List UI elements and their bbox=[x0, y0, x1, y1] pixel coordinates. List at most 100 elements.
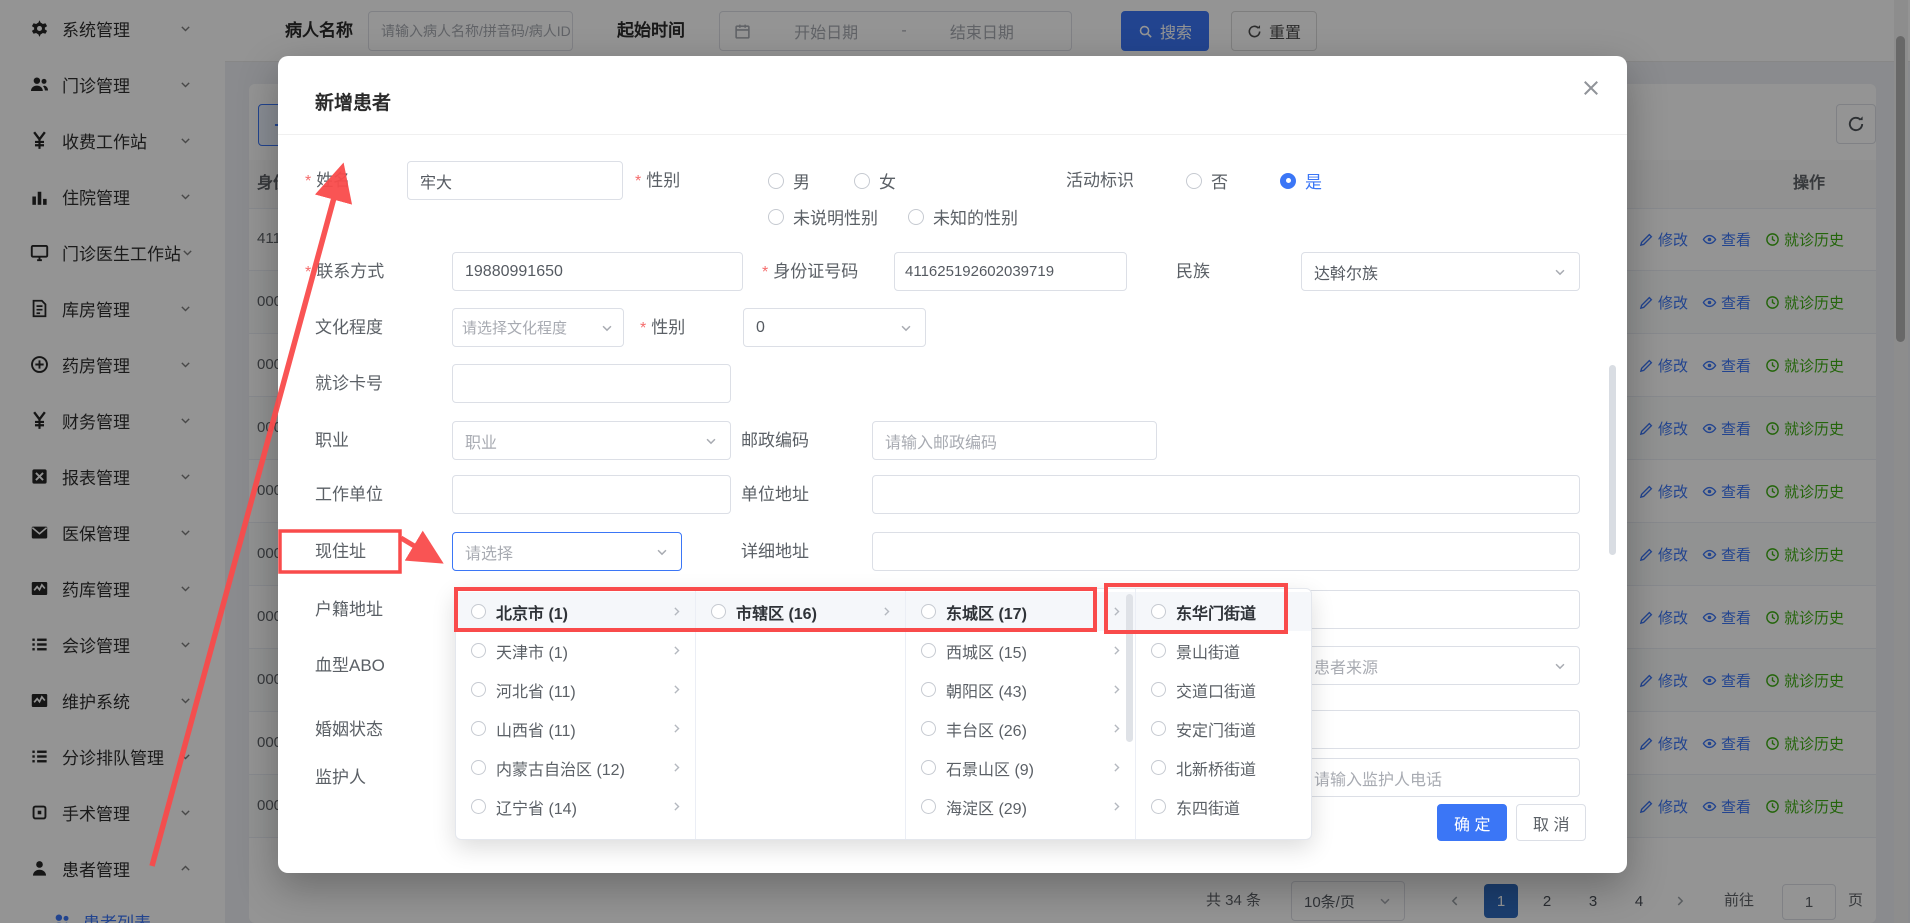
cascader-option[interactable]: 河北省 (11) bbox=[456, 670, 695, 709]
unit-address-input[interactable] bbox=[872, 475, 1580, 514]
radio-icon bbox=[1280, 173, 1296, 189]
radio-label: 是 bbox=[1305, 168, 1322, 193]
radio-option[interactable]: 女 bbox=[854, 168, 896, 193]
name-input[interactable]: 牢大 bbox=[407, 161, 623, 200]
radio-icon bbox=[471, 643, 486, 658]
chevron-right-icon bbox=[1110, 761, 1123, 774]
cascader-option[interactable]: 交道口街道 bbox=[1136, 670, 1311, 709]
cascader-option-label: 安定门街道 bbox=[1176, 717, 1256, 741]
current-address-label: 现住址 bbox=[315, 532, 366, 571]
cascader-option-label: 海淀区 (29) bbox=[946, 795, 1027, 819]
contact-label: 联系方式 bbox=[305, 252, 384, 292]
unit-address-label: 单位地址 bbox=[741, 475, 809, 514]
cascader-option-label: 市辖区 (16) bbox=[736, 600, 817, 624]
chevron-down-icon bbox=[1553, 659, 1567, 673]
chevron-right-icon bbox=[1110, 644, 1123, 657]
cascader-option[interactable]: 山西省 (11) bbox=[456, 709, 695, 748]
patient-source-select[interactable]: 患者来源 bbox=[1301, 646, 1580, 685]
radio-option[interactable]: 是 bbox=[1280, 168, 1322, 193]
chevron-down-icon bbox=[899, 321, 913, 335]
add-patient-modal: 新增患者 姓名 牢大 性别 男女 未说明性别未知的性别 活动标识 否是 联系方式… bbox=[278, 56, 1627, 873]
cascader-option[interactable]: 海淀区 (29) bbox=[906, 787, 1135, 826]
cascader-option[interactable]: 东华门街道 bbox=[1136, 592, 1311, 631]
detail-address-input[interactable] bbox=[872, 532, 1580, 571]
chevron-right-icon bbox=[670, 722, 683, 735]
cascader-option[interactable]: 市辖区 (16) bbox=[696, 592, 905, 631]
confirm-button[interactable]: 确 定 bbox=[1437, 804, 1507, 841]
radio-label: 未说明性别 bbox=[793, 204, 878, 229]
cascader-option[interactable]: 丰台区 (26) bbox=[906, 709, 1135, 748]
name-label: 姓名 bbox=[305, 161, 350, 201]
gender-radio-group-extra: 未说明性别 未知的性别 bbox=[768, 197, 1018, 236]
radio-option[interactable]: 否 bbox=[1186, 168, 1228, 193]
blood-type-label: 血型ABO bbox=[315, 646, 385, 685]
work-unit-label: 工作单位 bbox=[315, 475, 383, 514]
radio-icon bbox=[921, 799, 936, 814]
postal-code-label: 邮政编码 bbox=[741, 421, 809, 460]
cascader-option-label: 河北省 (11) bbox=[496, 678, 576, 702]
radio-icon bbox=[471, 760, 486, 775]
radio-label: 未知的性别 bbox=[933, 204, 1018, 229]
ethnicity-select[interactable]: 达斡尔族 bbox=[1301, 252, 1580, 291]
chevron-down-icon bbox=[1553, 265, 1567, 279]
radio-icon bbox=[1151, 643, 1166, 658]
radio-option[interactable]: 未说明性别 bbox=[768, 204, 878, 229]
radio-icon bbox=[854, 173, 870, 189]
cascader-option[interactable]: 东城区 (17) bbox=[906, 592, 1135, 631]
education-select[interactable]: 请选择文化程度 bbox=[452, 308, 624, 347]
occupation-label: 职业 bbox=[315, 421, 349, 460]
chevron-right-icon bbox=[1110, 683, 1123, 696]
guardian-phone-input[interactable]: 请输入监护人电话 bbox=[1301, 758, 1580, 797]
modal-scrollbar-thumb[interactable] bbox=[1609, 365, 1616, 555]
cascader-option[interactable]: 天津市 (1) bbox=[456, 631, 695, 670]
card-no-input[interactable] bbox=[452, 364, 731, 403]
modal-title: 新增患者 bbox=[315, 88, 391, 115]
cascader-option[interactable]: 西城区 (15) bbox=[906, 631, 1135, 670]
radio-icon bbox=[1151, 760, 1166, 775]
cascader-option-label: 辽宁省 (14) bbox=[496, 795, 577, 819]
close-icon[interactable] bbox=[1581, 78, 1601, 98]
cascader-option-label: 朝阳区 (43) bbox=[946, 678, 1027, 702]
cascader-option-label: 山西省 (11) bbox=[496, 717, 576, 741]
cascader-option-label: 北京市 (1) bbox=[496, 600, 568, 624]
radio-icon bbox=[1151, 721, 1166, 736]
gender2-label: 性别 bbox=[640, 308, 685, 348]
cascader-option-label: 北新桥街道 bbox=[1176, 756, 1256, 780]
detail-address-label: 详细地址 bbox=[741, 532, 809, 571]
cascader-option[interactable]: 景山街道 bbox=[1136, 631, 1311, 670]
radio-icon bbox=[921, 682, 936, 697]
contact-input[interactable]: 19880991650 bbox=[452, 252, 743, 291]
cascader-option[interactable]: 北京市 (1) bbox=[456, 592, 695, 631]
card-no-label: 就诊卡号 bbox=[315, 364, 383, 403]
education-label: 文化程度 bbox=[315, 308, 383, 347]
cascader-option[interactable]: 内蒙古自治区 (12) bbox=[456, 748, 695, 787]
work-unit-input[interactable] bbox=[452, 475, 731, 514]
radio-icon bbox=[711, 604, 726, 619]
postal-code-input[interactable]: 请输入邮政编码 bbox=[872, 421, 1157, 460]
cascader-option[interactable]: 北新桥街道 bbox=[1136, 748, 1311, 787]
cancel-button[interactable]: 取 消 bbox=[1516, 804, 1586, 841]
cascader-column-3: 东华门街道景山街道交道口街道安定门街道北新桥街道东四街道 bbox=[1136, 589, 1311, 839]
current-address-cascader[interactable]: 请选择 bbox=[452, 532, 682, 571]
cascader-option[interactable]: 朝阳区 (43) bbox=[906, 670, 1135, 709]
radio-icon bbox=[921, 643, 936, 658]
occupation-select[interactable]: 职业 bbox=[452, 421, 731, 460]
cascader-option[interactable]: 东四街道 bbox=[1136, 787, 1311, 826]
id-number-input[interactable]: 411625192602039719 bbox=[894, 252, 1127, 291]
radio-icon bbox=[768, 209, 784, 225]
gender2-select[interactable]: 0 bbox=[743, 308, 926, 347]
chevron-right-icon bbox=[1110, 722, 1123, 735]
id-number-label: 身份证号码 bbox=[762, 252, 858, 292]
cascader-option[interactable]: 安定门街道 bbox=[1136, 709, 1311, 748]
cascader-option[interactable]: 石景山区 (9) bbox=[906, 748, 1135, 787]
radio-option[interactable]: 男 bbox=[768, 168, 810, 193]
marital-status-label: 婚姻状态 bbox=[315, 710, 383, 749]
chevron-down-icon bbox=[704, 434, 718, 448]
marital-status-input[interactable] bbox=[1301, 710, 1580, 749]
cascader-option[interactable]: 辽宁省 (14) bbox=[456, 787, 695, 826]
radio-option[interactable]: 未知的性别 bbox=[908, 204, 1018, 229]
cascader-option-label: 东城区 (17) bbox=[946, 600, 1027, 624]
cascader-option-label: 石景山区 (9) bbox=[946, 756, 1034, 780]
radio-label: 否 bbox=[1211, 168, 1228, 193]
address-cascader-panel: 北京市 (1) 天津市 (1) 河北省 (11) 山西省 (11) 内蒙古自治区 (12… bbox=[455, 588, 1312, 840]
